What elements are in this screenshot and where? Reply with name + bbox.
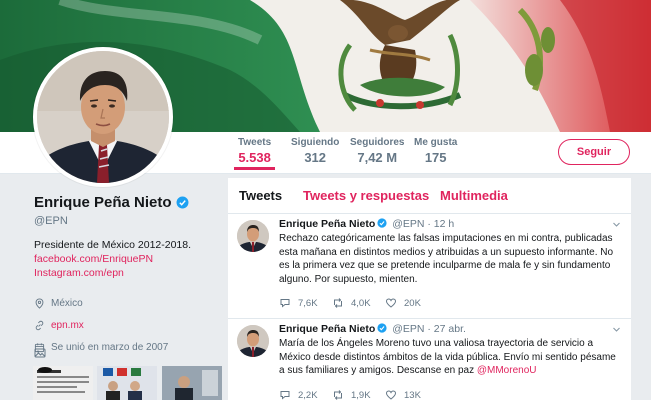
stat-likes[interactable]: Me gusta 175	[414, 137, 457, 165]
stat-followers-label: Seguidores	[350, 137, 405, 148]
photos-videos-icon[interactable]	[34, 347, 46, 359]
retweet-button[interactable]: 1,9K	[332, 389, 385, 400]
tweet-author-name[interactable]: Enrique Peña Nieto	[279, 323, 375, 335]
profile-website[interactable]: epn.mx	[34, 314, 224, 336]
reply-icon	[280, 391, 290, 400]
reply-button[interactable]: 7,6K	[279, 297, 332, 309]
stat-tweets-label: Tweets	[238, 137, 272, 148]
profile-meta: México epn.mx Se unió en marzo de 2007	[34, 292, 224, 358]
tweet-timestamp[interactable]: · 27 abr.	[427, 323, 466, 335]
stat-following-value: 312	[304, 150, 327, 165]
verified-badge-icon	[176, 196, 188, 209]
reply-count: 2,2K	[298, 389, 318, 400]
stat-following-label: Siguiendo	[291, 137, 340, 148]
retweet-icon	[334, 298, 342, 308]
profile-handle: @EPN	[34, 215, 68, 227]
reply-button[interactable]: 2,2K	[279, 389, 332, 400]
reply-count: 7,6K	[298, 297, 318, 309]
like-count: 13K	[404, 389, 421, 400]
like-button[interactable]: 13K	[385, 389, 438, 400]
profile-name: Enrique Peña Nieto	[34, 194, 172, 211]
profile-location: México	[34, 292, 224, 314]
media-thumbnails	[33, 366, 223, 400]
tweet-actions: 2,2K 1,9K 13K	[279, 389, 438, 400]
stat-likes-label: Me gusta	[414, 137, 458, 148]
tweet-actions: 7,6K 4,0K 20K	[279, 297, 438, 309]
like-count: 20K	[404, 297, 421, 309]
tweet-avatar[interactable]	[237, 325, 269, 357]
retweet-icon	[334, 390, 342, 400]
media-thumbnail[interactable]	[161, 366, 223, 400]
like-button[interactable]: 20K	[385, 297, 438, 309]
tweet-author-handle: @EPN	[392, 218, 425, 230]
tab-tweets[interactable]: Tweets	[239, 188, 282, 203]
tweet-avatar[interactable]	[237, 220, 269, 252]
tweet-header: Enrique Peña Nieto @EPN · 12 h	[279, 218, 454, 230]
chevron-down-icon[interactable]	[612, 220, 621, 229]
tweet-text-body: María de los Ángeles Moreno tuvo una val…	[279, 338, 616, 376]
bio-link-facebook[interactable]: facebook.com/EnriquePN	[34, 252, 224, 266]
tweet-item[interactable]: Enrique Peña Nieto @EPN · 12 h Rechazo c…	[228, 214, 631, 319]
tweet-text: María de los Ángeles Moreno tuvo una val…	[279, 337, 624, 378]
timeline: Tweets Tweets y respuestas Multimedia En…	[228, 178, 631, 400]
tweet-header: Enrique Peña Nieto @EPN · 27 abr.	[279, 323, 466, 335]
tweet-mention-link[interactable]: @MMorenoU	[477, 365, 537, 376]
retweet-count: 4,0K	[351, 297, 371, 309]
retweet-count: 1,9K	[351, 389, 371, 400]
profile-avatar[interactable]	[33, 47, 173, 187]
location-pin-icon	[35, 297, 44, 309]
stat-likes-value: 175	[424, 150, 447, 165]
website-link[interactable]: epn.mx	[51, 320, 84, 331]
tweet-timestamp[interactable]: · 12 h	[427, 218, 454, 230]
heart-icon	[385, 298, 397, 308]
stat-tweets[interactable]: Tweets 5.538	[233, 137, 276, 170]
stat-followers[interactable]: Seguidores 7,42 M	[350, 137, 404, 165]
tab-tweets-replies[interactable]: Tweets y respuestas	[303, 188, 429, 203]
joined-text: Se unió en marzo de 2007	[51, 341, 169, 353]
profile-joined: Se unió en marzo de 2007	[34, 336, 224, 358]
follow-button[interactable]: Seguir	[558, 139, 630, 165]
profile-bio: Presidente de México 2012-2018. facebook…	[34, 238, 224, 280]
retweet-button[interactable]: 4,0K	[332, 297, 385, 309]
chevron-down-icon[interactable]	[612, 325, 621, 334]
verified-badge-icon	[377, 218, 387, 228]
bio-text: Presidente de México 2012-2018.	[34, 239, 192, 251]
heart-icon	[385, 390, 397, 400]
tweet-author-handle: @EPN	[392, 323, 425, 335]
timeline-tabs: Tweets Tweets y respuestas Multimedia	[228, 178, 631, 214]
tweet-text: Rechazo categóricamente las falsas imput…	[279, 233, 614, 285]
tab-media[interactable]: Multimedia	[440, 188, 508, 203]
tweet-item[interactable]: Enrique Peña Nieto @EPN · 27 abr. María …	[228, 319, 631, 400]
link-icon	[35, 320, 44, 330]
bio-link-instagram[interactable]: Instagram.com/epn	[34, 266, 224, 280]
reply-icon	[280, 299, 290, 308]
tweet-author-name[interactable]: Enrique Peña Nieto	[279, 218, 375, 230]
stat-tweets-value: 5.538	[238, 150, 271, 165]
media-thumbnail[interactable]	[97, 366, 158, 400]
profile-card: Enrique Peña Nieto @EPN Presidente de Mé…	[34, 194, 224, 358]
location-text: México	[51, 297, 83, 309]
stat-following[interactable]: Siguiendo 312	[291, 137, 339, 165]
stat-followers-value: 7,42 M	[357, 150, 398, 165]
verified-badge-icon	[377, 323, 387, 333]
media-thumbnail[interactable]	[33, 366, 94, 400]
